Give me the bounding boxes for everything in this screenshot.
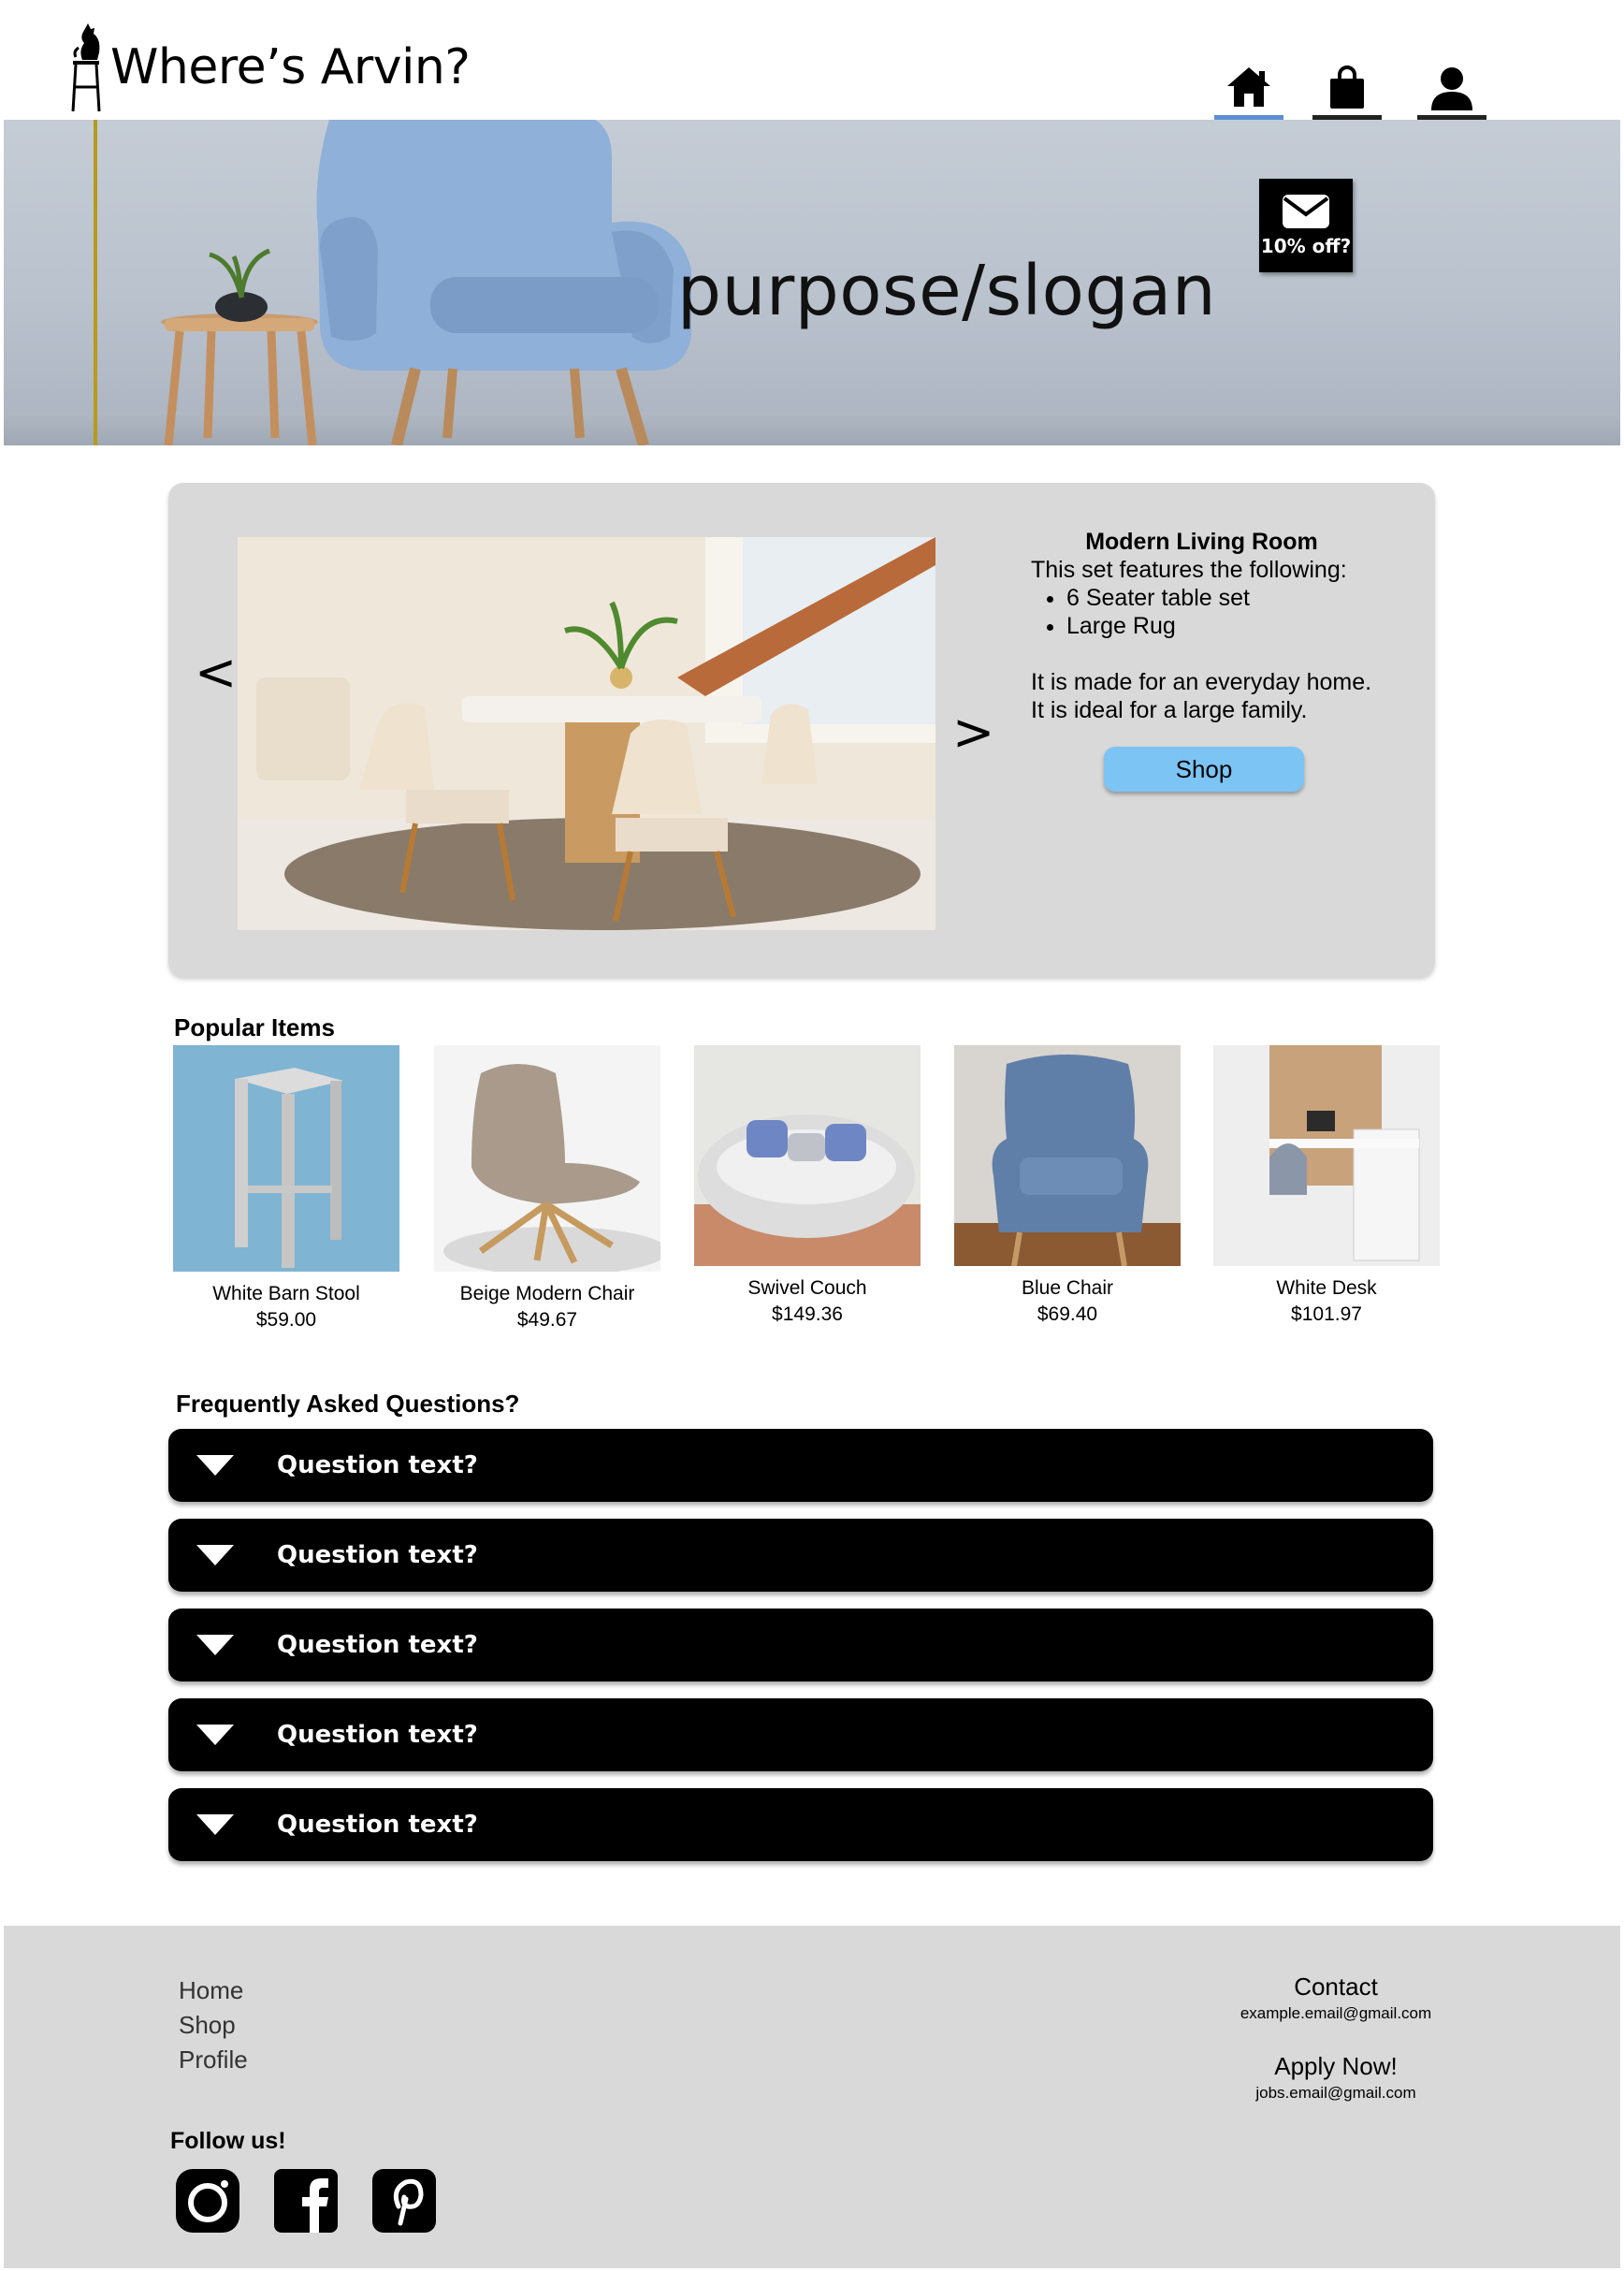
apply-heading: Apply Now! xyxy=(1274,2052,1398,2080)
faq-item[interactable]: Question text? xyxy=(168,1788,1433,1861)
featured-description: Modern Living Room This set features the… xyxy=(1031,528,1424,724)
product-image-blue-chair xyxy=(954,1045,1181,1272)
product-image-beige-chair xyxy=(434,1045,660,1272)
product-card[interactable]: White Desk $101.97 xyxy=(1213,1045,1440,1328)
hero-slogan: purpose/slogan xyxy=(677,251,1217,331)
faq-item[interactable]: Question text? xyxy=(168,1429,1433,1502)
product-card[interactable]: Blue Chair $69.40 xyxy=(954,1045,1181,1328)
nav-home[interactable] xyxy=(1214,66,1283,120)
footer-link-shop[interactable]: Shop xyxy=(179,2011,236,2040)
product-price: $101.97 xyxy=(1291,1303,1362,1325)
product-card[interactable]: Swivel Couch $149.36 xyxy=(694,1045,921,1328)
footer: Home Shop Profile Contact example.email@… xyxy=(4,1926,1620,2268)
faq-item[interactable]: Question text? xyxy=(168,1519,1433,1592)
product-card[interactable]: Beige Modern Chair $49.67 xyxy=(434,1045,660,1333)
facebook-icon[interactable] xyxy=(272,2167,340,2235)
contact-email[interactable]: example.email@gmail.com xyxy=(1214,2004,1457,2023)
user-icon xyxy=(1431,67,1472,110)
nav-shop[interactable] xyxy=(1312,66,1382,120)
product-card[interactable]: White Barn Stool $59.00 xyxy=(173,1045,399,1333)
faq-item[interactable]: Question text? xyxy=(168,1698,1433,1771)
product-price: $149.36 xyxy=(772,1303,843,1325)
carousel-next-button[interactable]: > xyxy=(952,707,994,758)
product-price: $59.00 xyxy=(255,1309,317,1331)
product-price: $69.40 xyxy=(1037,1303,1098,1325)
featured-shop-button[interactable]: Shop xyxy=(1104,747,1304,792)
faq-question: Question text? xyxy=(277,1451,478,1479)
caret-down-icon xyxy=(196,1545,234,1565)
promo-label: 10% off? xyxy=(1260,235,1352,257)
faq-question: Question text? xyxy=(277,1541,478,1569)
product-image-swivel-couch xyxy=(694,1045,921,1272)
featured-item: 6 Seater table set xyxy=(1066,584,1424,612)
home-icon xyxy=(1227,67,1270,107)
caret-down-icon xyxy=(196,1814,234,1835)
nav-profile[interactable] xyxy=(1417,66,1486,120)
product-image-stool xyxy=(173,1045,399,1272)
faq-question: Question text? xyxy=(277,1631,478,1659)
instagram-icon[interactable] xyxy=(174,2167,241,2235)
featured-intro: This set features the following: xyxy=(1031,557,1347,583)
carousel-prev-button[interactable]: < xyxy=(195,648,237,698)
cat-on-stool-logo-icon xyxy=(71,23,101,112)
product-name: White Desk xyxy=(1276,1277,1377,1299)
product-image-white-desk xyxy=(1213,1045,1440,1272)
footer-link-home[interactable]: Home xyxy=(179,1976,243,2005)
discount-signup-button[interactable]: 10% off? xyxy=(1259,179,1353,272)
hero-banner: purpose/slogan 10% off? xyxy=(4,120,1620,445)
popular-items-heading: Popular Items xyxy=(174,1013,335,1041)
mail-icon xyxy=(1283,195,1329,228)
contact-heading: Contact xyxy=(1294,1973,1378,2001)
brand-name: Where’s Arvin? xyxy=(110,39,471,95)
shopping-bag-icon xyxy=(1330,66,1364,109)
caret-down-icon xyxy=(196,1635,234,1655)
faq-question: Question text? xyxy=(277,1721,478,1749)
faq-question: Question text? xyxy=(277,1811,478,1839)
featured-title: Modern Living Room xyxy=(1085,529,1318,555)
featured-carousel: < > Modern Living Room This set features… xyxy=(168,483,1435,977)
product-name: Swivel Couch xyxy=(747,1277,867,1299)
brand-logo[interactable]: Where’s Arvin? xyxy=(67,21,471,114)
featured-item: Large Rug xyxy=(1066,612,1424,640)
product-price: $49.67 xyxy=(516,1309,578,1331)
follow-us-heading: Follow us! xyxy=(170,2128,286,2154)
faq-item[interactable]: Question text? xyxy=(168,1609,1433,1681)
featured-dining-room-image xyxy=(238,537,935,930)
pinterest-icon[interactable] xyxy=(370,2167,438,2235)
footer-link-profile[interactable]: Profile xyxy=(179,2045,248,2074)
featured-item-list: 6 Seater table set Large Rug xyxy=(1031,584,1424,640)
apply-email[interactable]: jobs.email@gmail.com xyxy=(1214,2084,1457,2103)
caret-down-icon xyxy=(196,1455,234,1476)
product-name: White Barn Stool xyxy=(212,1283,360,1304)
featured-line-2: It is ideal for a large family. xyxy=(1031,697,1308,723)
product-name: Beige Modern Chair xyxy=(459,1283,635,1304)
featured-line-1: It is made for an everyday home. xyxy=(1031,669,1372,695)
product-name: Blue Chair xyxy=(1021,1277,1114,1299)
caret-down-icon xyxy=(196,1725,234,1745)
faq-heading: Frequently Asked Questions? xyxy=(176,1390,520,1418)
